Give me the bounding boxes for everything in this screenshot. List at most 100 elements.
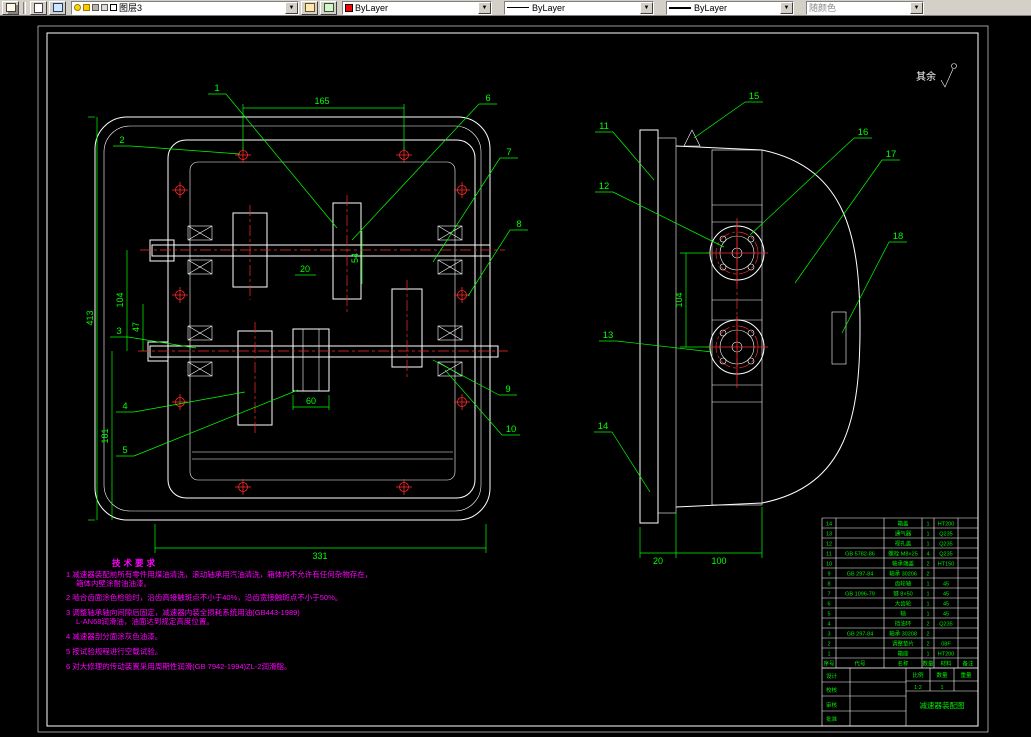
bom-cell: 键 8×50 [893, 590, 912, 598]
bom-cell: 螺栓 M8×25 [888, 550, 918, 558]
checker-label: 校核 [826, 686, 838, 694]
bom-cell: 5 [827, 612, 830, 618]
bolt-hole-icon [172, 287, 188, 303]
layer-manager-button[interactable] [30, 0, 47, 15]
bom-cell: 大齿轮 [895, 600, 912, 608]
callouts: 123456789101112131415161718 [110, 83, 907, 493]
bom-cell: 45 [943, 602, 949, 608]
chevron-down-icon[interactable]: ▼ [640, 1, 653, 14]
layer-states-button[interactable] [49, 0, 66, 15]
tech-notes-title: 技术要求 [112, 558, 158, 568]
color-combo[interactable]: ByLayer ▼ [342, 0, 492, 15]
callout-number: 12 [599, 181, 610, 192]
bom-cell: 6 [827, 602, 830, 608]
bom-cell: 通气器 [895, 530, 912, 538]
dim-20-side: 20 [653, 556, 663, 566]
bom-cell: 2 [926, 642, 929, 648]
bom-cell: 12 [826, 542, 832, 548]
lineweight-value: ByLayer [694, 2, 728, 13]
bom-cell: 11 [826, 552, 832, 558]
callout-17: 17 [794, 149, 900, 284]
bom-cell: 1 [926, 532, 929, 538]
tech-note-line: 2 啮合齿面涂色检验时，沿齿高接触斑点不小于40%，沿齿宽接触斑点不小于50%。 [66, 592, 342, 602]
layer-manager-icon [34, 2, 43, 13]
callout-number: 16 [858, 127, 869, 138]
drawing-frame [37, 25, 989, 733]
bom-cell: 1 [926, 542, 929, 548]
callout-number: 8 [516, 219, 521, 230]
bearing-icon [187, 259, 213, 275]
layer-lock-icon[interactable] [92, 4, 99, 11]
layer-freeze-icon[interactable] [83, 4, 90, 11]
bom-cell: 1 [827, 652, 830, 658]
bolt-hole-icon [454, 182, 470, 198]
layers-icon [5, 3, 16, 12]
bearing-icon [437, 325, 463, 341]
roughness-symbol-icon [940, 68, 954, 88]
layer-combo[interactable]: 图层3 ▼ [71, 0, 299, 15]
bom-cell: 调整垫片 [892, 640, 914, 648]
bom-cell: 2 [926, 562, 929, 568]
color-value: ByLayer [355, 2, 389, 13]
lineweight-combo[interactable]: ByLayer ▼ [666, 0, 794, 15]
chevron-down-icon[interactable]: ▼ [478, 1, 491, 14]
bom-cell: 45 [943, 592, 949, 598]
callout-2: 2 [113, 135, 241, 155]
drawing-canvas[interactable]: 其余 165 413 104 47 181 331 60 20 54 104 2… [0, 16, 1031, 737]
layer-on-icon[interactable] [74, 4, 81, 11]
callout-number: 10 [506, 424, 517, 435]
bom-cell: 1 [926, 522, 929, 528]
bom-cell: Q235 [939, 542, 952, 548]
scale-value: 1:2 [914, 685, 922, 691]
bom-cell: 挡油环 [895, 620, 912, 628]
callout-number: 18 [893, 231, 904, 242]
callout-16: 16 [749, 127, 872, 236]
bom-cell: 1 [926, 582, 929, 588]
chevron-down-icon[interactable]: ▼ [780, 1, 793, 14]
toolbar-separator [23, 1, 26, 14]
color-swatch [345, 3, 353, 12]
make-object-layer-current-button[interactable] [301, 0, 318, 15]
callout-12: 12 [595, 181, 725, 248]
chevron-down-icon[interactable]: ▼ [285, 1, 298, 14]
layer-states-icon [52, 3, 63, 12]
tech-note-line: 6 对大修理的传动装置采用周期性润滑(GB 7942-1994)ZL-2润滑脂。 [66, 661, 291, 671]
bom-cell: 13 [826, 532, 832, 538]
layer-plot-icon[interactable] [101, 4, 108, 11]
linetype-combo[interactable]: ByLayer ▼ [504, 0, 654, 15]
bom-header-cell: 名称 [897, 660, 909, 668]
tech-note-line: 5 按试验规程进行空载试验。 [66, 646, 162, 656]
callout-18: 18 [841, 231, 907, 334]
auditor-label: 审核 [826, 701, 838, 709]
bom-cell: 轴承端盖 [892, 560, 915, 568]
bom-cell: Q235 [939, 622, 952, 628]
bearing-icon [437, 225, 463, 241]
upper-shaft [151, 244, 491, 257]
callout-3: 3 [110, 326, 197, 349]
bom-cell: 10 [826, 562, 832, 568]
plotstyle-value: 随颜色 [809, 3, 837, 13]
layer-previous-icon [323, 3, 334, 12]
bearing-icon [437, 259, 463, 275]
bom-cell: 箱座 [897, 650, 909, 658]
shaft-hub [149, 239, 175, 262]
dim-60: 60 [306, 396, 316, 406]
bolt-hole-icon [235, 479, 251, 495]
bom-cell: 14 [826, 522, 832, 528]
dim-100-side: 100 [711, 556, 726, 566]
scale-label: 比例 [912, 671, 924, 679]
dim-104-left: 104 [115, 292, 125, 307]
bom-header-cell: 材料 [940, 660, 952, 668]
dim-165: 165 [314, 96, 329, 106]
bom-cell: 4 [827, 622, 830, 628]
lower-shaft [149, 345, 499, 358]
bom-table: 14 箱盖 1 HT20013 通气器 1 Q23512 视孔盖 1 Q23511 GB 5782-… [821, 517, 979, 669]
bom-cell: 1 [926, 652, 929, 658]
callout-15: 15 [693, 91, 763, 139]
dim-20: 20 [300, 264, 310, 274]
tech-note-line: L-AN68润滑油，油面达到规定高度位置。 [76, 616, 214, 626]
bom-cell: 7 [827, 592, 830, 598]
layer-previous-button[interactable] [320, 0, 337, 15]
bom-cell: 45 [943, 612, 949, 618]
layers-dialog-button[interactable] [2, 0, 19, 15]
